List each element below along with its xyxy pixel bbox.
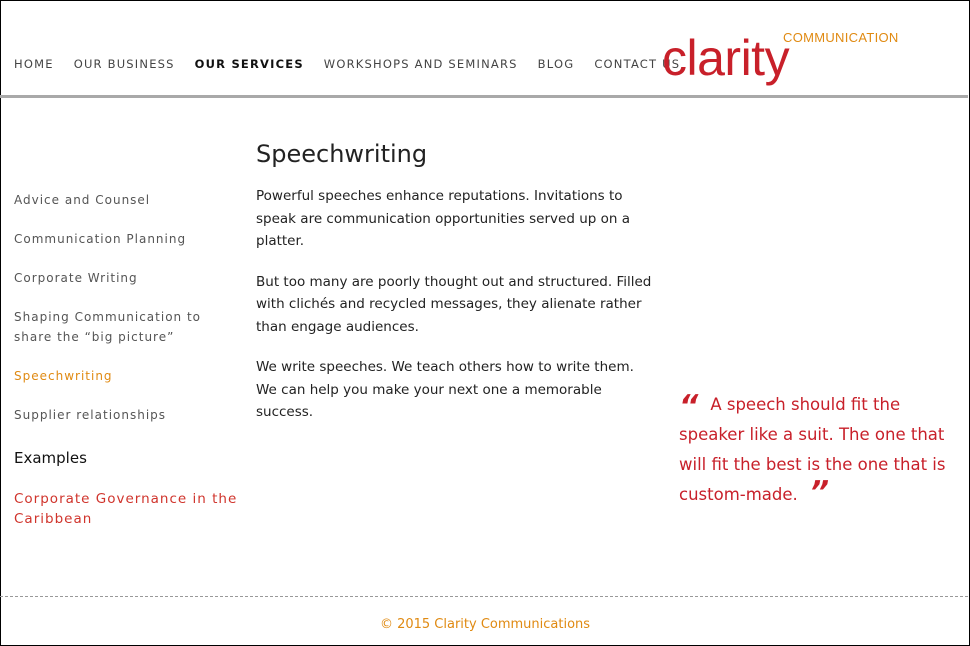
sidebar-item-speechwriting[interactable]: Speechwriting	[14, 366, 239, 386]
example-link-corporate-governance[interactable]: Corporate Governance in the Caribbean	[14, 489, 239, 529]
copyright-text: © 2015 Clarity Communications	[379, 617, 591, 632]
examples-heading: Examples	[14, 449, 87, 467]
body-paragraph: We write speeches. We teach others how t…	[256, 359, 634, 420]
services-sidebar: Advice and Counsel Communication Plannin…	[14, 190, 239, 529]
sidebar-item-advice-and-counsel[interactable]: Advice and Counsel	[14, 190, 239, 210]
body-paragraph: Powerful speeches enhance reputations. I…	[256, 188, 630, 249]
footer-divider	[0, 596, 968, 597]
header-divider	[0, 95, 968, 98]
sidebar-item-shaping-communication[interactable]: Shaping Communication to share the “big …	[14, 307, 239, 347]
page-title: Speechwriting	[256, 140, 428, 168]
nav-home[interactable]: HOME	[14, 57, 54, 71]
logo-subtitle: COMMUNICATION	[783, 30, 899, 45]
close-quote-icon: ”	[809, 475, 830, 510]
nav-blog[interactable]: BLOG	[538, 57, 575, 71]
logo-wordmark: clarity	[662, 30, 790, 86]
sidebar-item-supplier-relationships[interactable]: Supplier relationships	[14, 405, 239, 425]
main-content: Speechwriting Powerful speeches enhance …	[256, 140, 656, 442]
nav-our-business[interactable]: OUR BUSINESS	[74, 57, 175, 71]
body-paragraph: But too many are poorly thought out and …	[256, 273, 652, 335]
clarity-logo[interactable]: clarity COMMUNICATION	[662, 28, 902, 92]
sidebar-item-communication-planning[interactable]: Communication Planning	[14, 229, 239, 249]
open-quote-icon: “	[679, 389, 699, 424]
nav-our-services[interactable]: OUR SERVICES	[195, 57, 304, 71]
sidebar-item-corporate-writing[interactable]: Corporate Writing	[14, 268, 239, 288]
main-nav: HOME OUR BUSINESS OUR SERVICES WORKSHOPS…	[14, 57, 700, 71]
nav-workshops-and-seminars[interactable]: WORKSHOPS AND SEMINARS	[324, 57, 518, 71]
pull-quote: “A speech should fit the speaker like a …	[679, 390, 954, 510]
